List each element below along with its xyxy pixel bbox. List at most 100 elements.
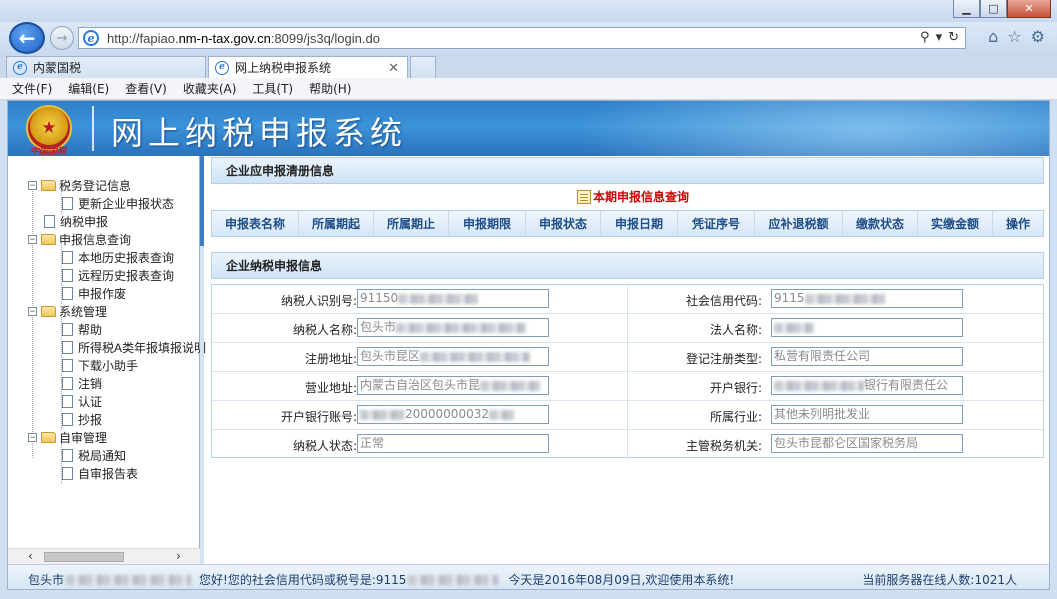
- collapse-icon[interactable]: −: [28, 306, 37, 316]
- scrollbar-thumb[interactable]: [44, 552, 124, 562]
- gear-icon[interactable]: ⚙: [1031, 27, 1045, 46]
- taxpayer-status-label: 纳税人状态:: [292, 439, 357, 453]
- page-icon: [62, 466, 73, 480]
- address-bar[interactable]: e http://fapiao.nm-n-tax.gov.cn:8099/js3…: [78, 27, 966, 49]
- emblem-caption: 中国国税: [30, 147, 67, 156]
- industry-field[interactable]: 其他未列明批发业: [771, 405, 963, 424]
- info-row: 营业地址: 内蒙古自治区包头市昆 开户银行: 银行有限责任公: [212, 372, 1043, 401]
- tab-bar: e 内蒙国税 e 网上纳税申报系统 ✕: [0, 54, 1057, 78]
- page-icon: [62, 268, 73, 282]
- page-icon: [62, 250, 73, 264]
- collapse-icon[interactable]: −: [28, 432, 37, 442]
- tab-tax-system[interactable]: e 网上纳税申报系统 ✕: [208, 56, 408, 78]
- legal-rep-field[interactable]: [771, 318, 963, 337]
- panel-splitter[interactable]: [200, 156, 204, 564]
- sidebar-item-tax-declare[interactable]: 纳税申报: [44, 212, 108, 230]
- col-payment-status: 缴款状态: [843, 211, 918, 236]
- scroll-right-icon[interactable]: ›: [176, 549, 181, 563]
- col-declare-date: 申报日期: [601, 211, 678, 236]
- info-row: 纳税人状态: 正常 主管税务机关: 包头市昆都仑区国家税务局: [212, 430, 1043, 459]
- arrow-left-icon: ←: [18, 26, 36, 50]
- minimize-button[interactable]: ▁: [953, 0, 980, 18]
- col-period-end: 所属期止: [374, 211, 449, 236]
- collapse-icon[interactable]: −: [28, 234, 37, 244]
- main-panel: 企业应申报清册信息 本期申报信息查询 申报表名称 所属期起 所属期止 申报期限 …: [211, 156, 1044, 564]
- folder-icon: [41, 233, 56, 245]
- sidebar-item-download-helper[interactable]: 下载小助手: [62, 356, 138, 374]
- taxpayer-name-field[interactable]: 包头市: [357, 318, 549, 337]
- maximize-button[interactable]: □: [980, 0, 1007, 18]
- page-icon: [62, 394, 73, 408]
- registered-address-label: 注册地址:: [304, 352, 357, 366]
- system-banner: ★ 中国国税 网上纳税申报系统: [8, 101, 1049, 156]
- forward-button[interactable]: →: [50, 26, 74, 50]
- splitter-grip[interactable]: [200, 156, 204, 246]
- credit-code-field[interactable]: 9115: [771, 289, 963, 308]
- online-count: 当前服务器在线人数:1021人: [862, 571, 1017, 588]
- sidebar-item-void-declare[interactable]: 申报作废: [62, 284, 126, 302]
- sidebar-item-update-status[interactable]: 更新企业申报状态: [62, 194, 174, 212]
- taxpayer-status-field[interactable]: 正常: [357, 434, 549, 453]
- sidebar-item-logout[interactable]: 注销: [62, 374, 102, 392]
- status-city: 包头市: [28, 573, 65, 587]
- sidebar-horizontal-scrollbar[interactable]: ‹ ›: [8, 548, 200, 564]
- menu-file[interactable]: 文件(F): [12, 80, 52, 97]
- status-bar: 包头市 您好!您的社会信用代码或税号是:9115 今天是2016年08月09日,…: [8, 564, 1049, 589]
- bank-label: 开户银行:: [709, 381, 762, 395]
- sidebar-item-help[interactable]: 帮助: [62, 320, 102, 338]
- sidebar-item-bureau-notice[interactable]: 税局通知: [62, 446, 126, 464]
- new-tab-button[interactable]: [410, 56, 436, 78]
- taxpayer-name-label: 纳税人名称:: [292, 323, 357, 337]
- collapse-icon[interactable]: −: [28, 180, 37, 190]
- dropdown-icon[interactable]: ▾: [936, 30, 943, 45]
- bank-account-field[interactable]: 20000000032: [357, 405, 549, 424]
- sidebar-item-remote-history[interactable]: 远程历史报表查询: [62, 266, 174, 284]
- sidebar-item-self-audit[interactable]: − 自审管理: [28, 428, 107, 446]
- url-text[interactable]: http://fapiao.nm-n-tax.gov.cn:8099/js3q/…: [107, 31, 380, 46]
- menu-help[interactable]: 帮助(H): [309, 80, 351, 97]
- business-address-field[interactable]: 内蒙古自治区包头市昆: [357, 376, 549, 395]
- sidebar-item-income-tax-guide[interactable]: 所得税A类年报填报说明: [62, 338, 206, 356]
- page-icon: [62, 322, 73, 336]
- page-icon: [62, 286, 73, 300]
- sidebar-item-tax-registration[interactable]: − 税务登记信息: [28, 176, 131, 194]
- page-icon: [62, 196, 73, 210]
- home-icon[interactable]: ⌂: [988, 27, 998, 46]
- current-period-query-link[interactable]: 本期申报信息查询: [577, 188, 689, 205]
- sidebar-item-declare-query[interactable]: − 申报信息查询: [28, 230, 131, 248]
- back-button[interactable]: ←: [9, 22, 45, 54]
- col-tax-due: 应补退税额: [755, 211, 843, 236]
- sidebar-item-system-admin[interactable]: − 系统管理: [28, 302, 107, 320]
- bank-field[interactable]: 银行有限责任公: [771, 376, 963, 395]
- menu-edit[interactable]: 编辑(E): [68, 80, 109, 97]
- registered-address-field[interactable]: 包头市昆区: [357, 347, 549, 366]
- scroll-left-icon[interactable]: ‹: [28, 549, 33, 563]
- folder-icon: [41, 305, 56, 317]
- col-paid-amount: 实缴金额: [918, 211, 993, 236]
- tax-authority-field[interactable]: 包头市昆都仑区国家税务局: [771, 434, 963, 453]
- sidebar-item-certify[interactable]: 认证: [62, 392, 102, 410]
- browser-navbar: ← → e http://fapiao.nm-n-tax.gov.cn:8099…: [0, 22, 1057, 54]
- folder-icon: [41, 179, 56, 191]
- page-icon: [62, 448, 73, 462]
- registration-type-field[interactable]: 私营有限责任公司: [771, 347, 963, 366]
- close-window-button[interactable]: ✕: [1007, 0, 1051, 18]
- taxpayer-id-label: 纳税人识别号:: [280, 294, 357, 308]
- page-icon: [44, 214, 55, 228]
- menu-view[interactable]: 查看(V): [125, 80, 167, 97]
- window-titlebar: ▁ □ ✕: [0, 0, 1057, 22]
- favorites-star-icon[interactable]: ☆: [1007, 27, 1021, 46]
- refresh-icon[interactable]: ↻: [948, 30, 959, 45]
- col-declare-status: 申报状态: [526, 211, 601, 236]
- sidebar-item-copy-report[interactable]: 抄报: [62, 410, 102, 428]
- menu-tools[interactable]: 工具(T): [252, 80, 293, 97]
- search-icon[interactable]: ⚲: [920, 30, 930, 45]
- sidebar-item-audit-report[interactable]: 自审报告表: [62, 464, 138, 482]
- taxpayer-info-table: 纳税人识别号: 91150 社会信用代码: 9115 纳税人名称: 包头市 法人…: [211, 284, 1044, 459]
- tab-neimeng-guoshui[interactable]: e 内蒙国税: [6, 56, 206, 78]
- taxpayer-id-field[interactable]: 91150: [357, 289, 549, 308]
- tab-close-icon[interactable]: ✕: [388, 60, 399, 76]
- sidebar-item-local-history[interactable]: 本地历史报表查询: [62, 248, 174, 266]
- taxpayer-section-title: 企业纳税申报信息: [211, 252, 1044, 279]
- menu-favorites[interactable]: 收藏夹(A): [183, 80, 237, 97]
